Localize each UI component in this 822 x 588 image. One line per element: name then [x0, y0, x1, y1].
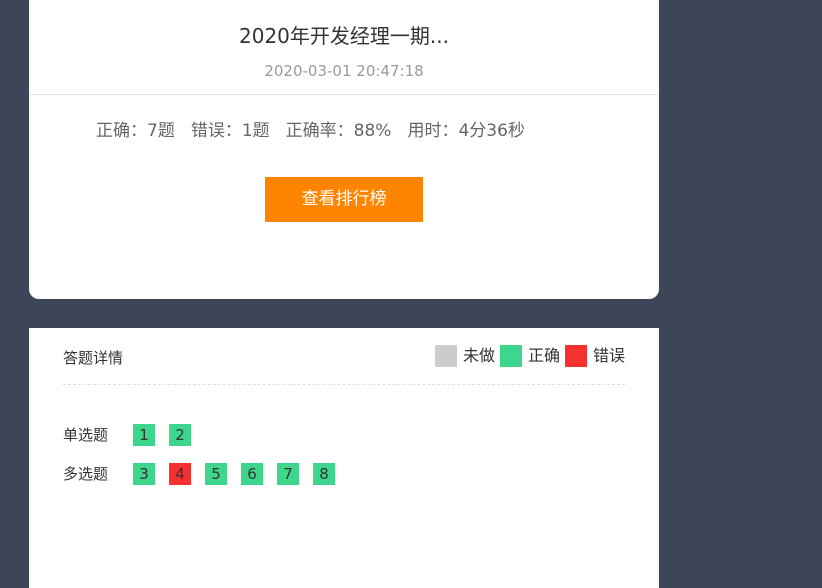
question-box[interactable]: 4 — [169, 463, 191, 485]
question-group-single-choice: 单选题 1 2 — [63, 424, 205, 446]
legend-label: 错误 — [592, 346, 625, 365]
view-ranking-button[interactable]: 查看排行榜 — [265, 177, 423, 222]
divider — [29, 94, 659, 95]
detail-header: 答题详情 未做 正确 错误 — [63, 344, 625, 385]
stat-accuracy: 正确率：88% — [285, 121, 392, 141]
legend-swatch-wrong — [564, 345, 587, 367]
question-box[interactable]: 3 — [133, 463, 155, 485]
legend-item-correct: 正确 — [499, 345, 560, 367]
legend-item-wrong: 错误 — [564, 345, 625, 367]
question-box[interactable]: 8 — [313, 463, 335, 485]
legend: 未做 正确 错误 — [430, 345, 625, 367]
legend-label: 未做 — [462, 346, 495, 365]
question-box[interactable]: 1 — [133, 424, 155, 446]
question-group-label: 单选题 — [63, 426, 109, 444]
exam-time: 2020-03-01 20:47:18 — [264, 62, 424, 80]
question-group-label: 多选题 — [63, 465, 109, 483]
legend-swatch-correct — [499, 345, 522, 367]
stat-duration: 用时：4分36秒 — [407, 121, 525, 141]
question-box[interactable]: 5 — [205, 463, 227, 485]
stat-wrong: 错误：1题 — [190, 121, 270, 141]
detail-title: 答题详情 — [63, 349, 124, 367]
stat-correct: 正确：7题 — [96, 121, 175, 141]
exam-title: 2020年开发经理一期... — [239, 24, 449, 48]
legend-item-unanswered: 未做 — [434, 345, 495, 367]
question-box[interactable]: 6 — [241, 463, 263, 485]
legend-swatch-unanswered — [434, 345, 457, 367]
result-stats: 正确：7题 错误：1题 正确率：88% 用时：4分36秒 — [96, 119, 541, 143]
question-box[interactable]: 2 — [169, 424, 191, 446]
question-group-multi-choice: 多选题 3 4 5 6 7 8 — [63, 463, 349, 485]
result-card: 2020年开发经理一期... 2020-03-01 20:47:18 正确：7题… — [29, 0, 659, 299]
legend-label: 正确 — [527, 346, 560, 365]
question-box[interactable]: 7 — [277, 463, 299, 485]
answer-detail-card: 答题详情 未做 正确 错误 单选题 1 2 多选题 3 4 5 6 7 8 — [29, 328, 659, 588]
